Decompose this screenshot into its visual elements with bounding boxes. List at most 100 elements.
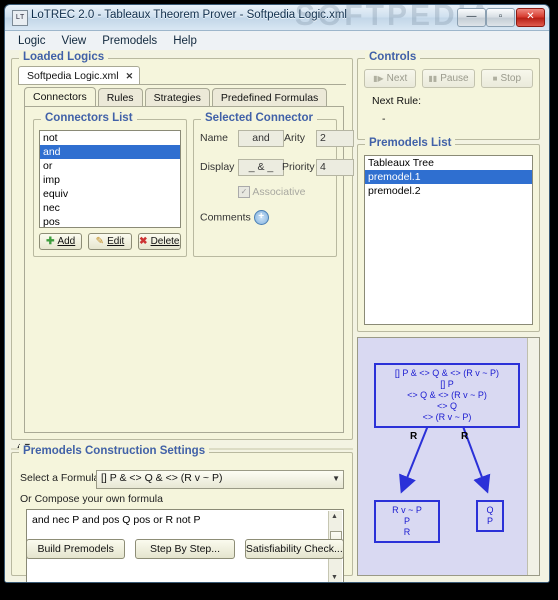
right-column: Controls ▮▶ Next ▮▮ Pause ■ Stop Next Ru… [357,51,540,576]
plus-icon: ✚ [46,236,55,247]
satisfiability-check-button[interactable]: Satisfiability Check... [244,539,344,559]
premodels-construction-settings-group: Premodels Construction Settings Select a… [11,445,353,582]
scroll-up-icon[interactable]: ▲ [331,513,338,520]
pcs-legend: Premodels Construction Settings [19,445,210,457]
list-item[interactable]: and [40,145,180,159]
stop-button-label: Stop [500,73,522,84]
tree-node-line: R v ~ P [392,505,422,515]
tree-node-child-left[interactable]: R v ~ P P R [374,500,440,543]
add-comment-icon[interactable]: + [253,210,269,225]
tree-edge-label: R [461,431,469,442]
minimize-button[interactable]: — [457,8,486,27]
tableaux-tree-canvas[interactable]: [] P & <> Q & <> (R v ~ P) [] P <> Q & <… [357,337,540,576]
tree-node-line: <> Q & <> (R v ~ P) [407,390,487,400]
next-button-label: Next [386,73,408,84]
action-button-row: Build Premodels Step By Step... Satisfia… [26,539,344,559]
step-by-step-button[interactable]: Step By Step... [135,539,235,559]
document-tab-softpedia-logic[interactable]: Softpedia Logic.xml ✕ [18,66,141,85]
connectors-list-group: Connectors List not and or imp equiv nec… [33,112,187,257]
list-item[interactable]: nec [40,201,180,215]
application-window: LT LoTREC 2.0 - Tableaux Theorem Prover … [4,4,550,583]
associative-row[interactable]: ✓ Associative [238,186,306,199]
scroll-down-icon[interactable]: ▼ [331,574,338,581]
next-rule-value: - [382,113,386,125]
delete-icon: ✖ [139,236,148,247]
stop-button[interactable]: ■ Stop [480,69,533,88]
menu-item-view[interactable]: View [55,33,94,49]
list-item[interactable]: or [40,159,180,173]
add-connector-button[interactable]: ✚ Add [39,233,83,250]
menu-item-premodels[interactable]: Premodels [95,33,164,49]
comments-label: Comments [200,211,251,224]
premodels-listbox[interactable]: Tableaux Tree premodel.1 premodel.2 [364,155,533,325]
arity-field[interactable]: 2 [316,130,354,147]
display-label: Display [200,161,235,173]
tree-node-line: Q [486,505,494,515]
display-field[interactable]: _ & _ [238,159,284,176]
tree-node-line: P [403,516,410,526]
connectors-button-row: ✚ Add ✎ Edit ✖ Delete [39,233,181,250]
tab-predefined-formulas[interactable]: Predefined Formulas [211,88,328,107]
selected-connector-group: Selected Connector Name and Arity 2 Disp… [193,112,354,257]
infix-formula-editor-link[interactable]: infix formula editor... [280,581,342,582]
list-item[interactable]: not [40,131,180,145]
list-item[interactable]: pos [40,215,180,227]
maximize-button[interactable]: ▫ [486,8,515,27]
add-connector-label: Add [57,236,76,247]
selected-connector-legend: Selected Connector [201,112,317,124]
name-label: Name [200,132,229,144]
left-column: Loaded Logics Softpedia Logic.xml ✕ Conn… [11,51,354,582]
tree-node-line: P [486,516,493,526]
premodels-list-legend: Premodels List [365,137,456,149]
tree-node-child-right[interactable]: Q P [476,500,504,532]
compose-formula-label: Or Compose your own formula [20,493,163,505]
associative-label: Associative [252,186,306,198]
build-premodels-button[interactable]: Build Premodels [26,539,126,559]
tree-node-line: [] P & <> Q & <> (R v ~ P) [394,368,500,378]
name-field[interactable]: and [238,130,284,147]
app-icon: LT [12,10,28,26]
priority-field[interactable]: 4 [316,159,354,176]
tree-vertical-scrollbar[interactable] [527,338,539,575]
close-icon[interactable]: ✕ [126,71,134,82]
title-bar: LT LoTREC 2.0 - Tableaux Theorem Prover … [5,5,549,32]
formula-select[interactable]: [] P & <> Q & <> (R v ~ P) ▼ [96,470,344,489]
tab-strategies[interactable]: Strategies [144,88,210,107]
loaded-logics-legend: Loaded Logics [19,51,109,63]
stop-icon: ■ [492,74,498,83]
arity-label: Arity [284,132,305,144]
list-item[interactable]: premodel.1 [365,170,532,184]
controls-group: Controls ▮▶ Next ▮▮ Pause ■ Stop Next Ru… [357,51,540,140]
connectors-listbox[interactable]: not and or imp equiv nec pos [39,130,181,228]
edit-icon: ✎ [95,236,105,247]
chevron-down-icon[interactable]: ▼ [332,474,340,483]
menu-item-help[interactable]: Help [166,33,204,49]
edit-connector-label: Edit [107,236,125,247]
next-rule-label: Next Rule: [372,95,422,107]
tree-node-root[interactable]: [] P & <> Q & <> (R v ~ P) [] P <> Q & <… [374,363,520,428]
client-area: Loaded Logics Softpedia Logic.xml ✕ Conn… [5,50,549,582]
logic-tabs: Connectors Rules Strategies Predefined F… [24,87,344,107]
formula-textarea-value: and nec P and pos Q pos or R not P [32,514,201,526]
tab-connectors[interactable]: Connectors [24,87,96,107]
pause-button-label: Pause [440,73,469,84]
pause-button[interactable]: ▮▮ Pause [422,69,475,88]
loaded-logics-group: Loaded Logics Softpedia Logic.xml ✕ Conn… [11,51,354,440]
connectors-list-legend: Connectors List [41,112,137,124]
list-item[interactable]: equiv [40,187,180,201]
controls-button-row: ▮▶ Next ▮▮ Pause ■ Stop [364,69,533,88]
premodels-list-group: Premodels List Tableaux Tree premodel.1 … [357,137,540,332]
menu-item-logic[interactable]: Logic [11,33,53,49]
list-item[interactable]: imp [40,173,180,187]
next-button[interactable]: ▮▶ Next [364,69,417,88]
priority-label: Priority [282,161,315,173]
list-item[interactable]: Tableaux Tree [365,156,532,170]
list-item[interactable]: premodel.2 [365,184,532,198]
tree-node-line: R [403,527,411,537]
tab-rules[interactable]: Rules [97,88,143,107]
edit-connector-button[interactable]: ✎ Edit [88,233,132,250]
formula-select-value: [] P & <> Q & <> (R v ~ P) [101,472,223,484]
close-button[interactable]: ✕ [516,8,545,27]
associative-checkbox[interactable]: ✓ [238,186,250,199]
delete-connector-button[interactable]: ✖ Delete [137,233,181,250]
